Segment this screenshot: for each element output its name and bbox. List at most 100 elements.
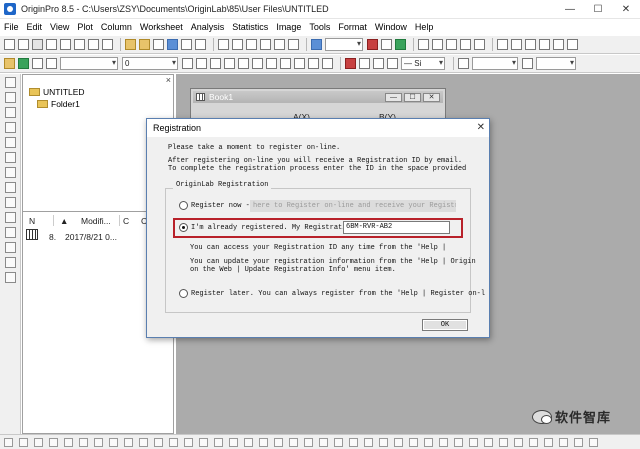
text-tool-icon[interactable] — [5, 182, 16, 193]
tool-icon[interactable] — [469, 437, 478, 447]
export-icon[interactable] — [195, 39, 206, 50]
italic-icon[interactable] — [196, 58, 207, 69]
draw-data-icon[interactable] — [5, 167, 16, 178]
zoom-tool-icon[interactable] — [5, 92, 16, 103]
already-registered-label[interactable]: I'm already registered. My Registratio — [191, 224, 351, 232]
new-project-icon[interactable] — [4, 39, 15, 50]
align-right-icon[interactable] — [322, 58, 333, 69]
bold-icon[interactable] — [182, 58, 193, 69]
tool-icon[interactable] — [424, 437, 433, 447]
screen-reader-icon[interactable] — [5, 107, 16, 118]
merge-graph-icon[interactable] — [567, 39, 578, 50]
results-log-icon[interactable] — [367, 39, 378, 50]
register-online-link[interactable]: here to Register on-line and receive you… — [250, 200, 456, 212]
tool-icon[interactable] — [49, 437, 58, 447]
dialog-close-button[interactable]: ✕ — [477, 119, 485, 137]
file-row-number[interactable]: 8. — [49, 232, 56, 242]
tool-icon[interactable] — [244, 437, 253, 447]
menu-statistics[interactable]: Statistics — [228, 22, 272, 32]
column-header-modified[interactable]: Modifi... — [81, 216, 111, 226]
menu-edit[interactable]: Edit — [23, 22, 47, 32]
menu-view[interactable]: View — [46, 22, 73, 32]
tool-icon[interactable] — [319, 437, 328, 447]
subscript-icon[interactable] — [238, 58, 249, 69]
new-function-icon[interactable] — [60, 39, 71, 50]
tool-icon[interactable] — [19, 437, 28, 447]
book1-minimize-button[interactable]: — — [385, 93, 402, 102]
align-left-icon[interactable] — [294, 58, 305, 69]
tool-icon[interactable] — [409, 437, 418, 447]
tool-icon[interactable] — [199, 437, 208, 447]
open-excel-icon[interactable] — [153, 39, 164, 50]
tool-icon[interactable] — [169, 437, 178, 447]
menu-image[interactable]: Image — [272, 22, 305, 32]
column-header-name[interactable]: N — [29, 216, 35, 226]
tool-icon[interactable] — [349, 437, 358, 447]
already-registered-radio[interactable] — [179, 223, 188, 232]
tool-icon[interactable] — [529, 437, 538, 447]
register-later-radio[interactable] — [179, 289, 188, 298]
tool-icon[interactable] — [229, 437, 238, 447]
rescale-icon[interactable] — [511, 39, 522, 50]
tool-icon[interactable] — [139, 437, 148, 447]
tool-icon[interactable] — [454, 437, 463, 447]
tool-icon[interactable] — [154, 437, 163, 447]
column-header-c[interactable]: C — [123, 216, 129, 226]
book1-titlebar[interactable]: Book1 — ☐ ✕ — [193, 91, 443, 103]
import-multiple-icon[interactable] — [232, 39, 243, 50]
tool-icon[interactable] — [589, 437, 598, 447]
new-matrix-icon[interactable] — [46, 39, 57, 50]
tool-icon[interactable] — [94, 437, 103, 447]
column-divider[interactable] — [119, 215, 120, 226]
line-width-combo[interactable] — [536, 57, 576, 70]
tool-icon[interactable] — [334, 437, 343, 447]
decrease-font-icon[interactable] — [280, 58, 291, 69]
tool-icon[interactable] — [514, 437, 523, 447]
tool-icon[interactable] — [364, 437, 373, 447]
tool-icon[interactable] — [394, 437, 403, 447]
maximize-button[interactable]: ☐ — [584, 0, 612, 19]
import-wizard-icon[interactable] — [246, 39, 257, 50]
tool-icon[interactable] — [34, 437, 43, 447]
pen-icon[interactable] — [4, 58, 15, 69]
script-window-icon[interactable] — [460, 39, 471, 50]
tool-icon[interactable] — [484, 437, 493, 447]
tool-icon[interactable] — [124, 437, 133, 447]
menu-tools[interactable]: Tools — [305, 22, 334, 32]
open-template-icon[interactable] — [139, 39, 150, 50]
menu-worksheet[interactable]: Worksheet — [136, 22, 187, 32]
new-folder-icon[interactable] — [432, 39, 443, 50]
region-tool-icon[interactable] — [5, 242, 16, 253]
tool-icon[interactable] — [79, 437, 88, 447]
register-now-radio[interactable] — [179, 201, 188, 210]
refresh-icon[interactable] — [274, 39, 285, 50]
project-explorer-icon[interactable] — [418, 39, 429, 50]
minimize-button[interactable]: — — [556, 0, 584, 19]
tree-root[interactable]: UNTITLED — [29, 87, 85, 97]
font-color-icon[interactable] — [345, 58, 356, 69]
menu-column[interactable]: Column — [97, 22, 136, 32]
digitizer-icon[interactable] — [446, 39, 457, 50]
tool-icon[interactable] — [274, 437, 283, 447]
script-editor-icon[interactable] — [474, 39, 485, 50]
tool-icon[interactable] — [544, 437, 553, 447]
align-center-icon[interactable] — [308, 58, 319, 69]
tool-icon[interactable] — [559, 437, 568, 447]
line-color-icon[interactable] — [359, 58, 370, 69]
tool-icon[interactable] — [214, 437, 223, 447]
plot-icon[interactable] — [32, 58, 43, 69]
tool-icon[interactable] — [64, 437, 73, 447]
font-size-combo[interactable]: 0 — [122, 57, 178, 70]
pointer-tool-icon[interactable] — [5, 77, 16, 88]
code-builder-icon[interactable] — [381, 39, 392, 50]
rectangle-tool-icon[interactable] — [5, 227, 16, 238]
book1-close-button[interactable]: ✕ — [423, 93, 440, 102]
explorer-close-icon[interactable]: × — [166, 75, 171, 85]
book1-maximize-button[interactable]: ☐ — [404, 93, 421, 102]
greek-icon[interactable] — [252, 58, 263, 69]
data-reader-icon[interactable] — [5, 122, 16, 133]
new-excel-icon[interactable] — [102, 39, 113, 50]
tree-folder1[interactable]: Folder1 — [37, 99, 80, 109]
increase-font-icon[interactable] — [266, 58, 277, 69]
add-column-icon[interactable] — [497, 39, 508, 50]
